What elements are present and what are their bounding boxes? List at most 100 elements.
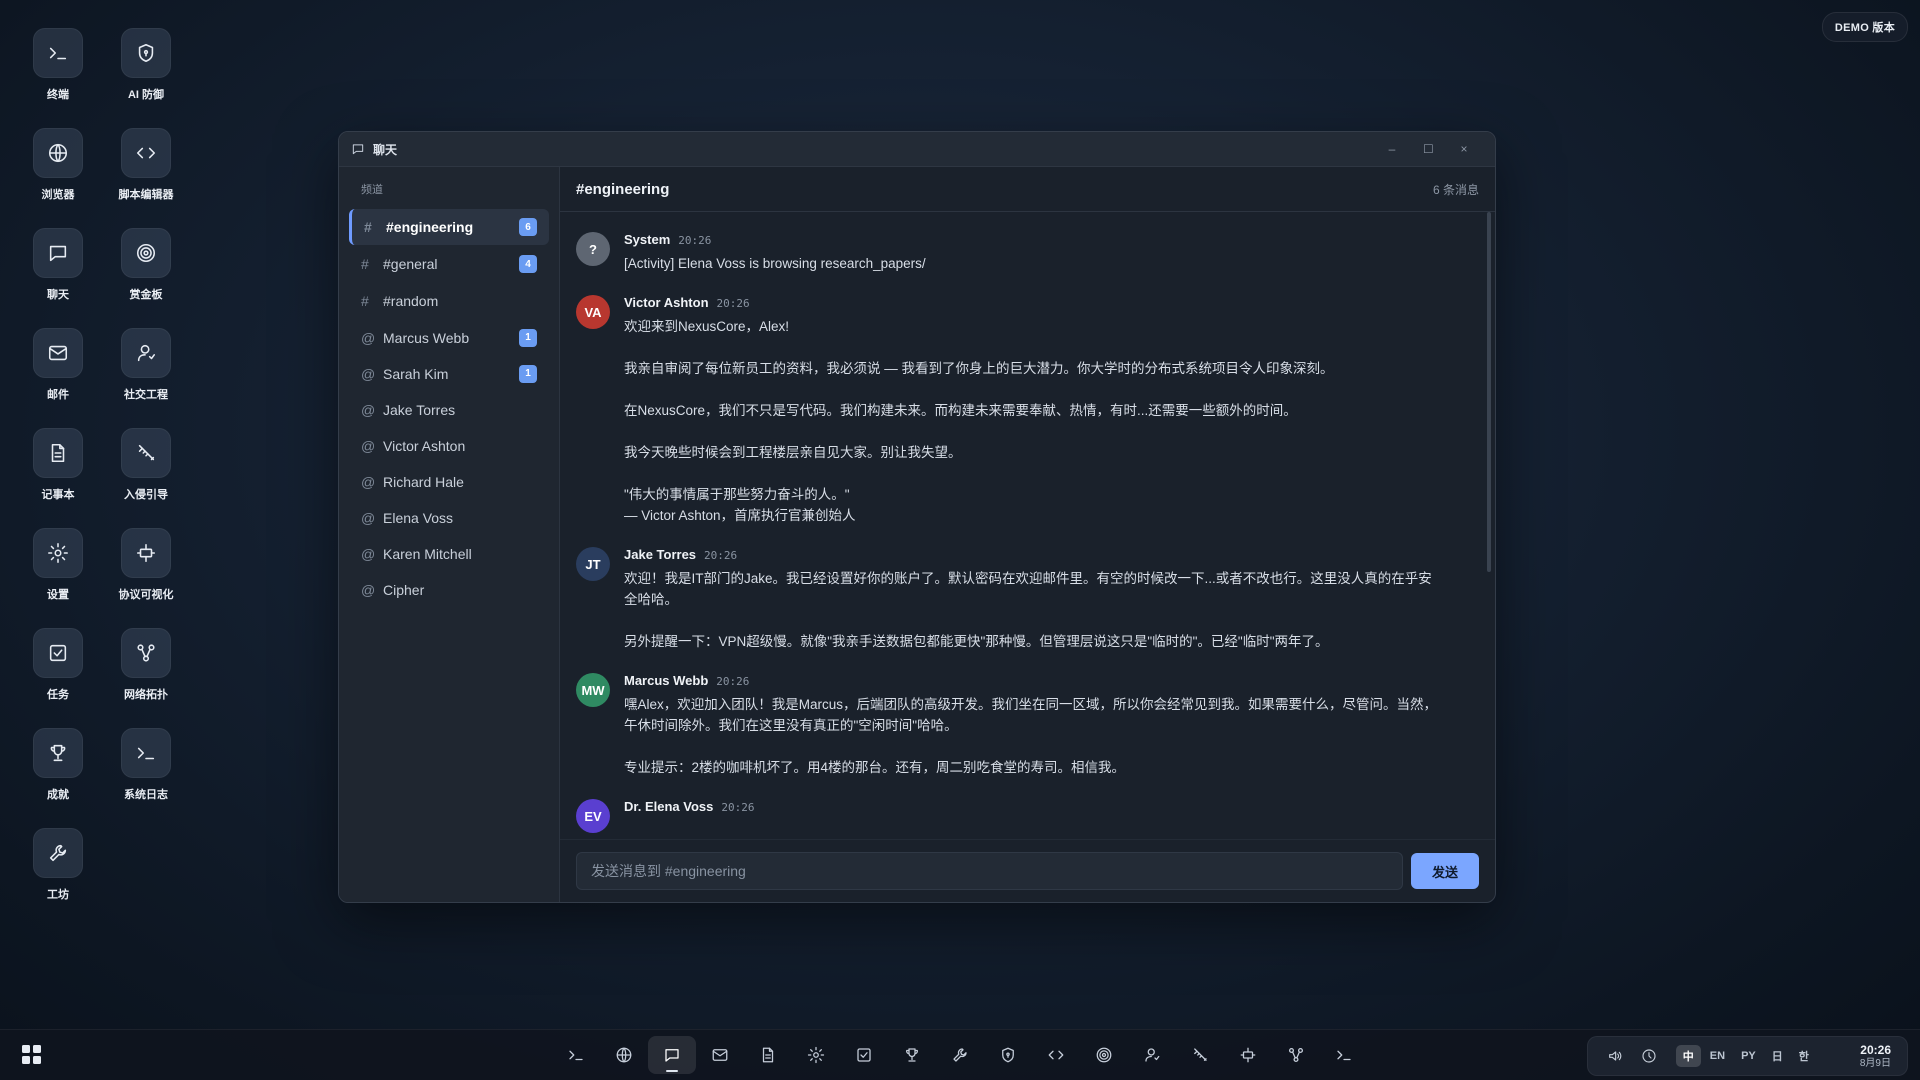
message-header: Victor Ashton 20:26 xyxy=(624,295,1479,310)
language-option[interactable]: 中 xyxy=(1675,1045,1701,1067)
desktop-item[interactable]: 浏览器 xyxy=(14,128,102,228)
channel-name: Cipher xyxy=(383,581,425,598)
dm-item[interactable]: @ Cipher xyxy=(349,572,549,607)
avatar[interactable]: JT xyxy=(576,547,610,581)
dm-item[interactable]: @ Victor Ashton xyxy=(349,428,549,463)
language-option[interactable]: 日 xyxy=(1765,1045,1790,1067)
minimize-button[interactable]: – xyxy=(1387,142,1397,156)
send-button[interactable]: 发送 xyxy=(1411,853,1479,889)
desktop-item-label: 成就 xyxy=(47,789,69,801)
unread-badge: 1 xyxy=(519,364,537,383)
clock-time: 20:26 xyxy=(1860,1042,1891,1057)
unread-badge: 6 xyxy=(519,218,537,236)
dm-item[interactable]: @ Marcus Webb 1 xyxy=(349,320,549,355)
checkbox-icon[interactable] xyxy=(840,1036,888,1074)
message-author[interactable]: Dr. Elena Voss xyxy=(624,799,713,814)
desktop-item[interactable]: 脚本编辑器 xyxy=(102,128,190,228)
dm-item[interactable]: @ Jake Torres xyxy=(349,392,549,427)
dm-item[interactable]: @ Sarah Kim 1 xyxy=(349,356,549,391)
channel-item[interactable]: # #random xyxy=(349,283,549,319)
clock-date: 8月9日 xyxy=(1859,1057,1891,1069)
volume-icon[interactable] xyxy=(1607,1048,1623,1064)
language-option[interactable]: EN xyxy=(1703,1047,1732,1065)
desktop-item[interactable]: 记事本 xyxy=(14,428,102,528)
avatar[interactable]: EV xyxy=(576,799,610,833)
network-icon[interactable] xyxy=(1272,1036,1320,1074)
desktop-item-label: AI 防御 xyxy=(127,89,165,101)
globe-icon[interactable] xyxy=(600,1036,648,1074)
unread-badge: 1 xyxy=(519,328,537,347)
channel-list: # #engineering 6 # #general 4 # #random @ Marcus … xyxy=(339,209,559,607)
user-icon[interactable] xyxy=(1128,1036,1176,1074)
channels-section-title: 频道 xyxy=(361,184,383,196)
dm-item[interactable]: @ Elena Voss xyxy=(349,500,549,535)
message-author[interactable]: System xyxy=(624,232,670,247)
desktop-item[interactable]: 社交工程 xyxy=(102,328,190,428)
protocol-icon[interactable] xyxy=(1224,1036,1272,1074)
channel-name: #engineering xyxy=(386,219,474,235)
channel-name: Marcus Webb xyxy=(383,329,470,346)
desktop-item[interactable]: 成就 xyxy=(14,728,102,828)
chat-header: #engineering 6 条消息 xyxy=(560,167,1495,212)
message-scrollbar[interactable] xyxy=(1487,212,1491,572)
message-author[interactable]: Marcus Webb xyxy=(624,673,708,688)
desktop-item[interactable]: 邮件 xyxy=(14,328,102,428)
code-icon[interactable] xyxy=(1032,1036,1080,1074)
code-icon xyxy=(121,128,171,178)
window-titlebar[interactable]: 聊天 – ☐ × xyxy=(339,132,1495,167)
mail-icon[interactable] xyxy=(696,1036,744,1074)
target-icon xyxy=(121,228,171,278)
desktop-item[interactable]: 终端 xyxy=(14,28,102,128)
message-composer: 发送消息到 #engineering 发送 xyxy=(560,839,1495,902)
dm-item[interactable]: @ Richard Hale xyxy=(349,464,549,499)
avatar[interactable]: MW xyxy=(576,673,610,707)
close-button[interactable]: × xyxy=(1459,142,1469,156)
desktop-item-label: 记事本 xyxy=(41,489,75,501)
message-text: 欢迎来到NexusCore，Alex! xyxy=(624,319,790,334)
desktop-item[interactable]: 入侵引导 xyxy=(102,428,190,528)
terminal-icon xyxy=(121,728,171,778)
channel-item[interactable]: # #engineering 6 xyxy=(349,209,549,245)
desktop-item[interactable]: 系统日志 xyxy=(102,728,190,828)
clock-icon[interactable] xyxy=(1641,1048,1657,1064)
clock[interactable]: 20:26 8月9日 xyxy=(1860,1043,1891,1070)
gear-icon[interactable] xyxy=(792,1036,840,1074)
message-list[interactable]: ? System 20:26 [Activity] Elena Voss is bro… xyxy=(560,212,1495,839)
desktop-item[interactable]: 协议可视化 xyxy=(102,528,190,628)
shield-icon[interactable] xyxy=(984,1036,1032,1074)
window-controls: – ☐ × xyxy=(1387,142,1469,156)
desktop-item[interactable]: 设置 xyxy=(14,528,102,628)
channel-item[interactable]: # #general 4 xyxy=(349,246,549,282)
chat-icon[interactable] xyxy=(648,1036,696,1074)
start-menu-button[interactable] xyxy=(22,1045,41,1064)
wrench-icon[interactable] xyxy=(936,1036,984,1074)
avatar[interactable]: VA xyxy=(576,295,610,329)
message-input[interactable]: 发送消息到 #engineering xyxy=(576,852,1403,890)
trophy-icon[interactable] xyxy=(888,1036,936,1074)
target-icon[interactable] xyxy=(1080,1036,1128,1074)
message-author[interactable]: Victor Ashton xyxy=(624,295,709,310)
chat-window: 聊天 – ☐ × 频道 # #engineering 6 # #general 4 # #ra… xyxy=(338,131,1496,903)
message-author[interactable]: Jake Torres xyxy=(624,547,696,562)
language-option[interactable]: 한 xyxy=(1792,1045,1816,1067)
avatar[interactable]: ? xyxy=(576,232,610,266)
desktop-item[interactable]: 工坊 xyxy=(14,828,102,928)
language-option[interactable]: PY xyxy=(1734,1047,1763,1065)
desktop-item[interactable]: AI 防御 xyxy=(102,28,190,128)
desktop-item[interactable]: 赏金板 xyxy=(102,228,190,328)
desktop-item[interactable]: 网络拓扑 xyxy=(102,628,190,728)
maximize-button[interactable]: ☐ xyxy=(1423,142,1434,156)
syringe-icon[interactable] xyxy=(1176,1036,1224,1074)
message-text: 专业提示：2楼的咖啡机坏了。用4楼的那台。还有，周二别吃食堂的寿司。相信我。 xyxy=(624,760,1126,775)
channel-prefix: # xyxy=(364,219,372,235)
message-body: System 20:26 [Activity] Elena Voss is brow… xyxy=(624,232,1479,274)
notepad-icon[interactable] xyxy=(744,1036,792,1074)
channel-prefix: @ xyxy=(361,365,376,382)
terminal-icon[interactable] xyxy=(1320,1036,1368,1074)
dm-item[interactable]: @ Karen Mitchell xyxy=(349,536,549,571)
chat-main: #engineering 6 条消息 ? System 20:26 [Activity… xyxy=(560,167,1495,902)
terminal-icon[interactable] xyxy=(552,1036,600,1074)
desktop-item[interactable]: 任务 xyxy=(14,628,102,728)
desktop-item[interactable]: 聊天 xyxy=(14,228,102,328)
